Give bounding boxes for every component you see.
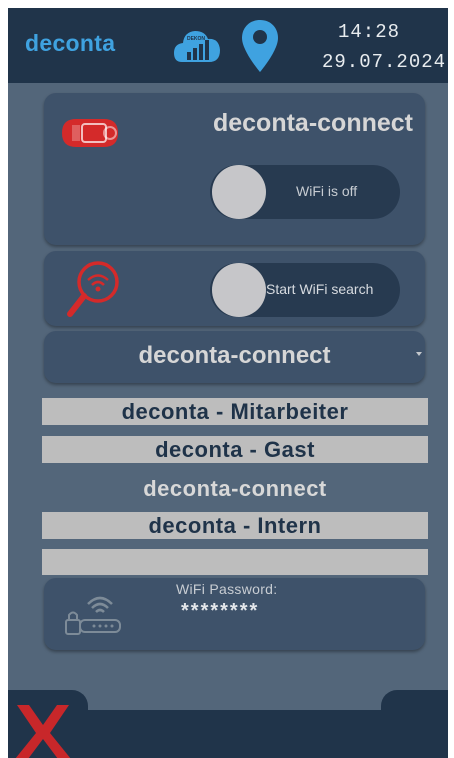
wifi-card-title: deconta-connect (212, 109, 413, 137)
bottom-bar (8, 710, 448, 758)
cloud-signal-icon[interactable]: DEKON (172, 22, 222, 68)
network-option[interactable]: deconta - Mitarbeiter (42, 398, 428, 425)
wifi-search-toggle-knob[interactable] (212, 263, 266, 317)
network-option[interactable]: deconta - Intern (42, 512, 428, 539)
wifi-search-icon (67, 261, 119, 317)
wifi-search-toggle-label: Start WiFi search (266, 281, 374, 297)
screen: deconta DEKON 14:28 29.07.2024 deconta-c… (8, 8, 448, 758)
location-pin-icon[interactable] (240, 18, 280, 74)
wifi-toggle[interactable]: WiFi is off (210, 165, 400, 219)
network-option-empty[interactable] (42, 549, 428, 575)
password-card[interactable]: WiFi Password: ******** (44, 578, 425, 650)
cloud-badge-text: DEKON (187, 36, 205, 42)
chevron-down-icon[interactable] (416, 352, 422, 356)
wifi-badge-icon (62, 119, 118, 147)
wifi-search-card: Start WiFi search (44, 251, 425, 326)
wifi-toggle-knob[interactable] (212, 165, 266, 219)
network-option-selected[interactable]: deconta-connect (42, 475, 428, 502)
network-select[interactable]: deconta-connect (44, 331, 425, 383)
password-field[interactable]: ******** (181, 600, 259, 623)
password-label: WiFi Password: (176, 581, 278, 597)
close-icon[interactable] (13, 701, 73, 758)
brand-logo: deconta (25, 30, 116, 56)
clock-date: 29.07.2024 (322, 51, 447, 73)
wifi-card: deconta-connect WiFi is off (44, 93, 425, 245)
wifi-toggle-label: WiFi is off (296, 183, 358, 199)
network-select-value: deconta-connect (138, 342, 331, 369)
wifi-search-toggle[interactable]: Start WiFi search (210, 263, 400, 317)
network-option[interactable]: deconta - Gast (42, 436, 428, 463)
clock-time: 14:28 (338, 21, 401, 43)
top-bar: deconta DEKON 14:28 29.07.2024 (8, 8, 448, 83)
router-lock-icon (65, 596, 121, 635)
